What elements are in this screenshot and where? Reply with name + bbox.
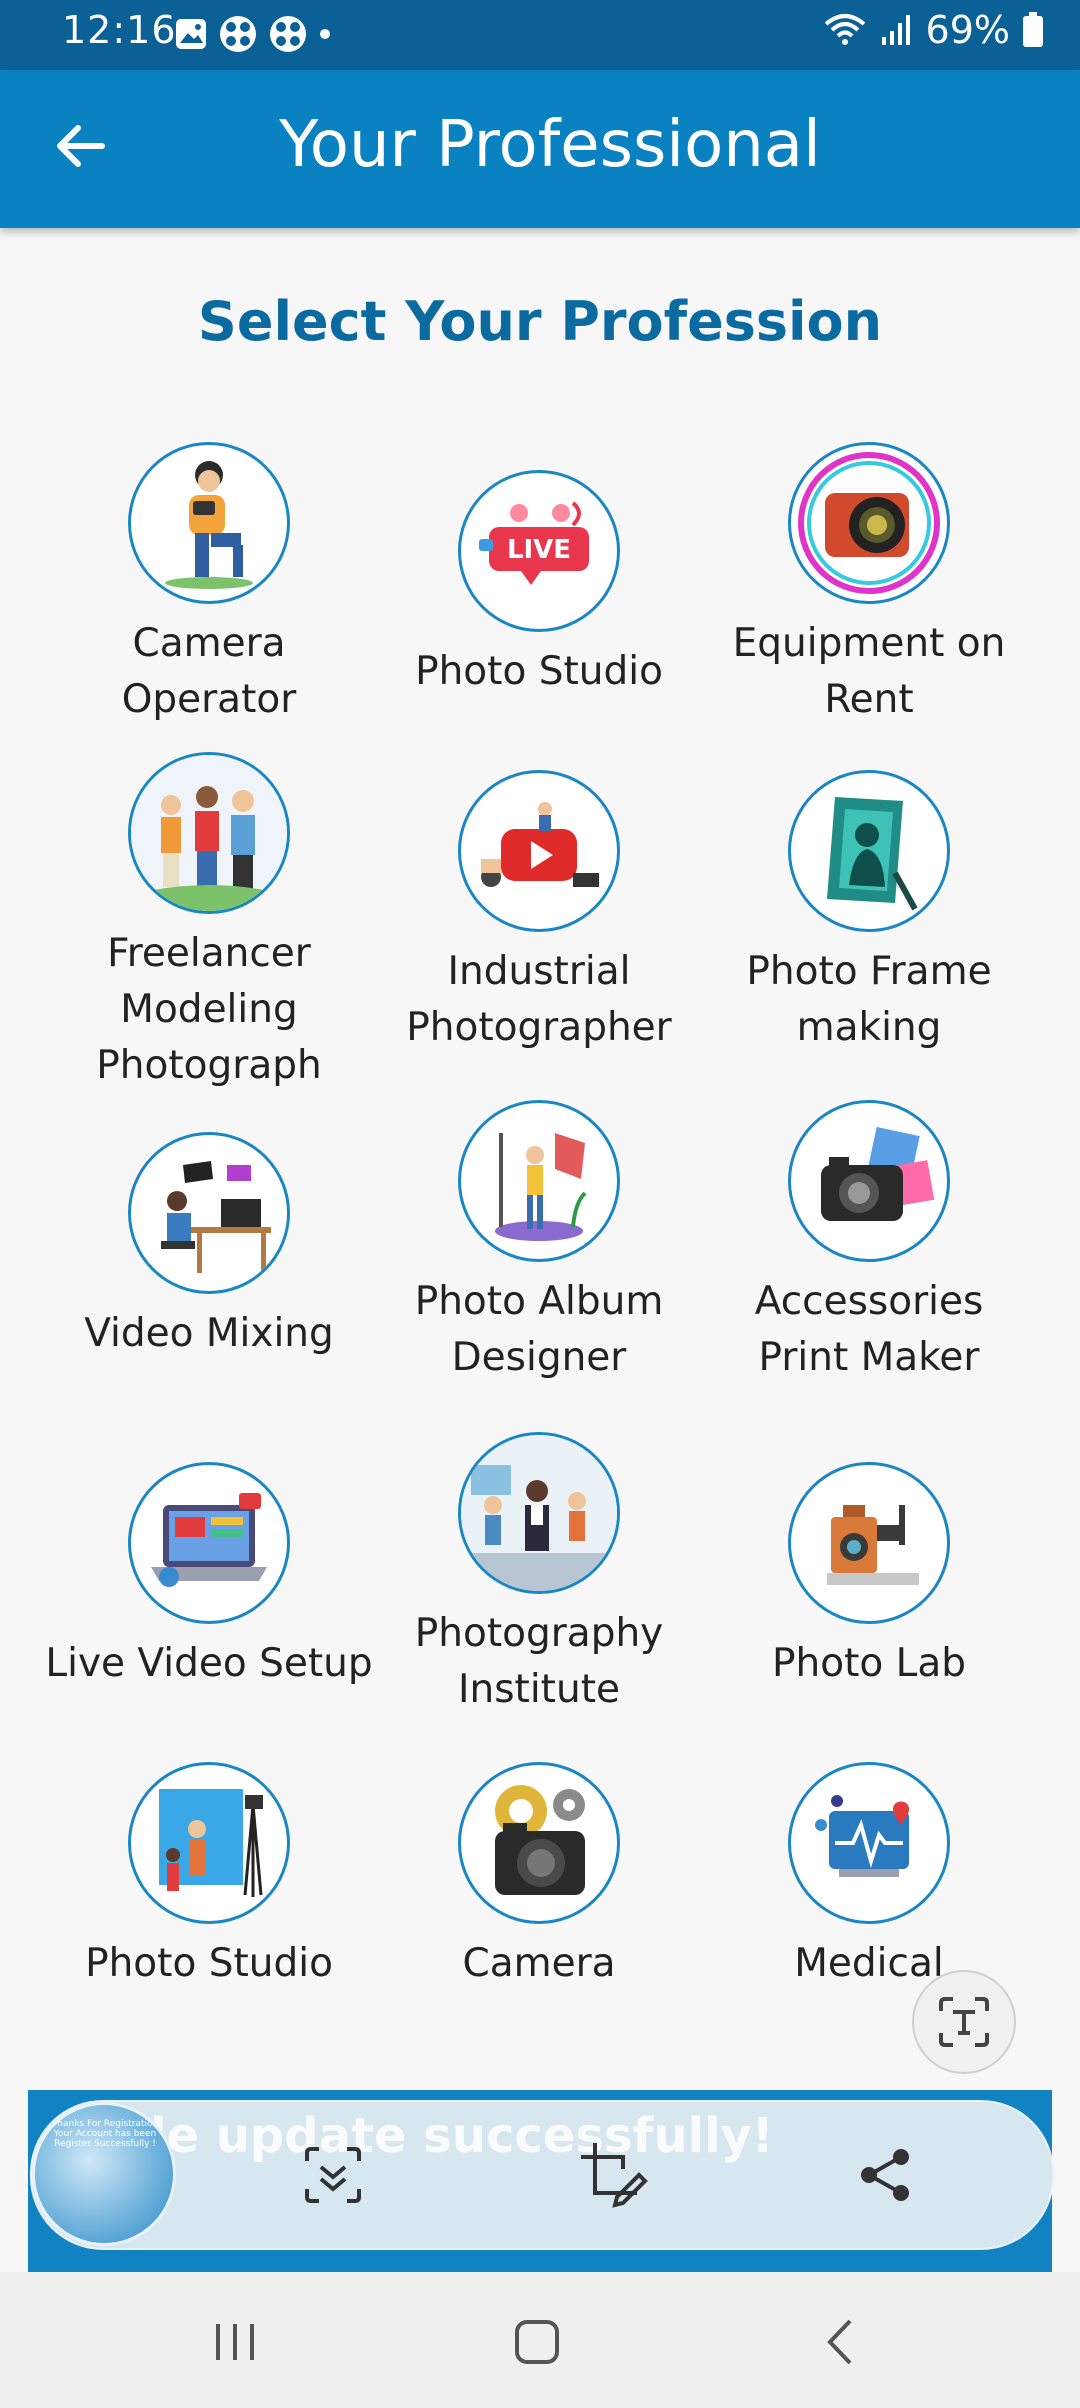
profession-label: Video Mixing <box>84 1311 334 1356</box>
navigation-bar <box>0 2272 1080 2408</box>
profession-label: Camera <box>462 1941 616 1986</box>
profession-live-video-setup[interactable]: Live Video Setup <box>44 1462 374 1692</box>
profession-industrial-photographer[interactable]: Industrial Photographer <box>374 770 704 1056</box>
signal-icon <box>881 15 910 45</box>
profession-label: Photography Institute <box>414 1611 664 1712</box>
profession-camera[interactable]: Camera <box>374 1762 704 1992</box>
toast-message: le update successfully! <box>150 2108 774 2164</box>
home-icon <box>515 2320 559 2364</box>
album-designer-icon <box>458 1100 620 1262</box>
profession-label: Photo Frame making <box>746 949 992 1050</box>
camera-gears-icon <box>458 1762 620 1924</box>
video-editor-desk-icon <box>128 1132 290 1294</box>
section-title: Select Your Profession <box>197 290 883 353</box>
profession-label: Photo Studio <box>85 1941 333 1986</box>
chevron-left-icon <box>827 2319 852 2365</box>
profession-label: Live Video Setup <box>45 1641 373 1686</box>
photo-frame-icon <box>788 770 950 932</box>
battery-icon <box>1023 12 1043 47</box>
profession-camera-operator[interactable]: Camera Operator <box>44 442 374 728</box>
app-notification-icon <box>220 16 256 52</box>
profession-label: Photo Studio <box>415 649 663 694</box>
battery-percent: 69% <box>925 8 1010 52</box>
status-system-icons: 69% <box>822 8 1044 52</box>
profession-medical[interactable]: Medical <box>704 1762 1034 1992</box>
profession-grid: Camera Operator LIVE Photo Studio Equipm… <box>0 420 1080 1995</box>
profession-label: Industrial Photographer <box>406 949 672 1050</box>
vintage-camera-icon <box>788 1462 950 1624</box>
share-screenshot-button[interactable] <box>840 2130 930 2220</box>
profession-photo-studio[interactable]: LIVE Photo Studio <box>374 470 704 700</box>
camera-icon <box>788 442 950 604</box>
profession-freelancer-modeling[interactable]: Freelancer Modeling Photograph <box>44 752 374 1094</box>
profession-photo-album-designer[interactable]: Photo Album Designer <box>374 1100 704 1386</box>
status-bar: 12:16 69% <box>0 0 1080 70</box>
profession-label: Photo Album Designer <box>414 1279 664 1380</box>
status-time: 12:16 <box>62 8 177 52</box>
camera-operator-icon <box>128 442 290 604</box>
text-scan-icon <box>939 1997 989 2047</box>
status-notification-icons <box>174 14 332 54</box>
profession-video-mixing[interactable]: Video Mixing <box>44 1132 374 1362</box>
video-play-icon <box>458 770 620 932</box>
text-extract-button[interactable] <box>912 1970 1016 2074</box>
laptop-video-icon <box>128 1462 290 1624</box>
camera-prints-icon <box>788 1100 950 1262</box>
studio-backdrop-icon <box>128 1762 290 1924</box>
profession-photo-frame-making[interactable]: Photo Frame making <box>704 770 1034 1056</box>
classroom-icon <box>458 1432 620 1594</box>
profession-label: Freelancer Modeling Photograph <box>96 931 322 1088</box>
profession-photo-studio-2[interactable]: Photo Studio <box>44 1762 374 1992</box>
crop-edit-icon <box>581 2143 648 2208</box>
thumbnail-text: Thanks For Registration Your Account has… <box>51 2119 159 2149</box>
profession-label: Accessories Print Maker <box>754 1279 984 1380</box>
svg-text:LIVE: LIVE <box>507 535 571 565</box>
app-notification-icon-2 <box>270 16 306 52</box>
profession-photography-institute[interactable]: Photography Institute <box>374 1432 704 1718</box>
heart-monitor-icon <box>788 1762 950 1924</box>
photographers-group-icon <box>128 752 290 914</box>
profession-accessories-print-maker[interactable]: Accessories Print Maker <box>704 1100 1034 1386</box>
scroll-capture-icon <box>305 2147 361 2203</box>
app-title: Your Professional <box>279 108 821 182</box>
gallery-icon <box>176 19 206 49</box>
profession-photo-lab[interactable]: Photo Lab <box>704 1462 1034 1692</box>
wifi-icon <box>824 14 865 45</box>
recent-apps-icon <box>216 2324 254 2360</box>
edit-screenshot-button[interactable] <box>568 2130 658 2220</box>
scroll-capture-button[interactable] <box>288 2130 378 2220</box>
screenshot-thumbnail[interactable]: Thanks For Registration Your Account has… <box>32 2102 176 2246</box>
dot-icon <box>320 29 330 39</box>
recent-apps-button[interactable] <box>195 2302 275 2382</box>
profession-equipment-on-rent[interactable]: Equipment on Rent <box>704 442 1034 728</box>
share-icon <box>861 2149 909 2201</box>
profession-label: Photo Lab <box>771 1641 967 1686</box>
profession-label: Equipment on Rent <box>732 621 1006 722</box>
home-button[interactable] <box>497 2302 577 2382</box>
live-icon: LIVE <box>458 470 620 632</box>
profession-label: Camera Operator <box>121 621 297 722</box>
app-bar: Your Professional <box>0 70 1080 228</box>
system-back-button[interactable] <box>800 2302 880 2382</box>
